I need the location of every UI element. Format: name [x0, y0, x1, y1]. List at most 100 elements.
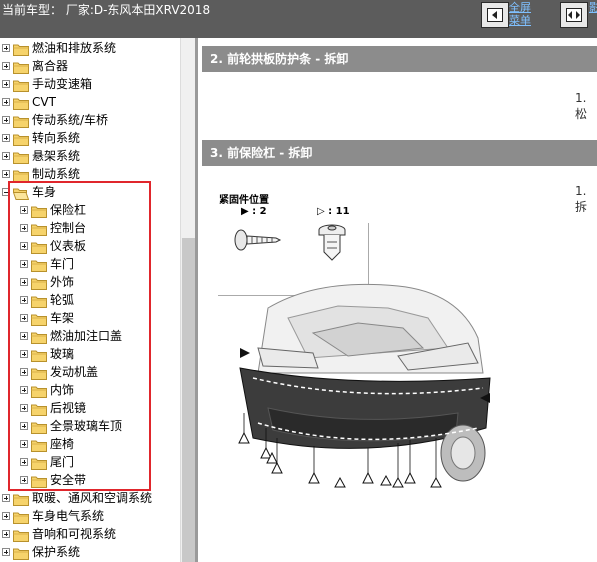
expand-icon[interactable] [20, 260, 28, 268]
section2-step-1: 1. 松 [575, 91, 588, 121]
folder-icon [13, 41, 29, 56]
folder-icon [31, 455, 47, 470]
split-view-button[interactable] [560, 2, 588, 28]
section-front-wheel-arch-title: 2. 前轮拱板防护条 - 拆卸 [202, 46, 597, 72]
fullscreen-menu-button[interactable] [481, 2, 509, 28]
folder-icon [31, 257, 47, 272]
expand-icon[interactable] [2, 98, 10, 106]
expand-icon[interactable] [2, 116, 10, 124]
folder-icon [31, 419, 47, 434]
folder-open-icon [12, 185, 30, 200]
expand-icon[interactable] [20, 368, 28, 376]
tree-item-label[interactable]: 悬架系统 [32, 148, 80, 164]
folder-icon [31, 221, 47, 236]
tree-item-label[interactable]: 传动系统/车桥 [32, 112, 108, 128]
folder-icon [31, 203, 47, 218]
folder-icon [13, 167, 29, 182]
split-view-link[interactable]: 影 [589, 2, 597, 14]
expand-icon[interactable] [20, 332, 28, 340]
expand-icon[interactable] [20, 386, 28, 394]
folder-icon [13, 149, 29, 164]
folder-icon [31, 275, 47, 290]
fullscreen-menu-link-line1[interactable]: 全屏 [509, 2, 531, 14]
tree-item-label[interactable]: 车身电气系统 [32, 508, 104, 524]
tree-item-label[interactable]: 车门 [50, 256, 74, 272]
fullscreen-icon [487, 8, 503, 22]
tree-item-label[interactable]: 离合器 [32, 58, 68, 74]
expand-icon[interactable] [20, 350, 28, 358]
expand-icon[interactable] [2, 62, 10, 70]
tree-item-label[interactable]: 仪表板 [50, 238, 86, 254]
tree-item-label[interactable]: 后视镜 [50, 400, 86, 416]
tree-item-label[interactable]: 手动变速箱 [32, 76, 92, 92]
folder-icon [13, 131, 29, 146]
expand-icon[interactable] [20, 440, 28, 448]
expand-icon[interactable] [2, 44, 10, 52]
tree-item-label[interactable]: 内饰 [50, 382, 74, 398]
section-front-bumper-title: 3. 前保险杠 - 拆卸 [202, 140, 597, 166]
folder-icon [31, 239, 47, 254]
tree-item-label[interactable]: 安全带 [50, 472, 86, 488]
tree-item-label[interactable]: 轮弧 [50, 292, 74, 308]
fullscreen-menu-link-line2[interactable]: 菜单 [509, 15, 531, 27]
expand-icon[interactable] [20, 404, 28, 412]
folder-icon [31, 383, 47, 398]
expand-icon[interactable] [20, 242, 28, 250]
current-vehicle-label: 当前车型： 厂家:D-东风本田XRV2018 [2, 3, 211, 17]
navigation-tree: 燃油和排放系统 离合器手动变速箱 CVT 传动系统/车桥 转向系统悬架系统制动系统车身保… [0, 38, 180, 562]
expand-icon[interactable] [20, 422, 28, 430]
folder-icon [31, 329, 47, 344]
fastener-screw-count: ▶ : 2 [241, 206, 267, 217]
expand-icon[interactable] [2, 134, 10, 142]
content-pane: 2. 前轮拱板防护条 - 拆卸 1. 松 3. 前保险杠 - 拆卸 1. 拆 紧… [198, 38, 597, 562]
collapse-icon[interactable] [2, 188, 10, 196]
expand-icon[interactable] [20, 314, 28, 322]
expand-icon[interactable] [2, 512, 10, 520]
expand-icon[interactable] [20, 296, 28, 304]
folder-icon [13, 113, 29, 128]
expand-icon[interactable] [2, 152, 10, 160]
tree-item-label[interactable]: CVT [32, 94, 56, 110]
split-view-icon [566, 8, 582, 22]
clip-icon [318, 224, 346, 261]
tree-item-label[interactable]: 座椅 [50, 436, 74, 452]
expand-icon[interactable] [2, 494, 10, 502]
tree-item-label[interactable]: 保险杠 [50, 202, 86, 218]
tree-scrollbar-thumb[interactable] [182, 238, 195, 562]
expand-icon[interactable] [20, 278, 28, 286]
expand-icon[interactable] [2, 530, 10, 538]
expand-icon[interactable] [2, 170, 10, 178]
folder-icon [13, 491, 29, 506]
folder-icon [31, 365, 47, 380]
tree-item-label[interactable]: 发动机盖 [50, 364, 98, 380]
tree-item-label[interactable]: 燃油加注口盖 [50, 328, 122, 344]
section3-step-1: 1. 拆 [575, 184, 588, 214]
folder-icon [31, 437, 47, 452]
folder-icon [31, 311, 47, 326]
tree-item-label[interactable]: 取暖、通风和空调系统 [32, 490, 152, 506]
front-bumper-diagram [238, 283, 491, 488]
tree-item-label[interactable]: 玻璃 [50, 346, 74, 362]
tree-item-label[interactable]: 转向系统 [32, 130, 80, 146]
expand-icon[interactable] [20, 224, 28, 232]
tree-item-label[interactable]: 制动系统 [32, 166, 80, 182]
expand-icon[interactable] [2, 548, 10, 556]
expand-icon[interactable] [2, 80, 10, 88]
tree-item-label[interactable]: 车架 [50, 310, 74, 326]
folder-icon [13, 545, 29, 560]
tree-item-label[interactable]: 控制台 [50, 220, 86, 236]
expand-icon[interactable] [20, 476, 28, 484]
tree-item-label[interactable]: 保护系统 [32, 544, 80, 560]
folder-icon [31, 473, 47, 488]
tree-item-label[interactable]: 尾门 [50, 454, 74, 470]
expand-icon[interactable] [20, 458, 28, 466]
tree-item-label[interactable]: 燃油和排放系统 [32, 40, 116, 56]
expand-icon[interactable] [20, 206, 28, 214]
tree-scrollbar[interactable] [180, 38, 196, 562]
fastener-location-title: 紧固件位置 [219, 195, 269, 206]
tree-item-label[interactable]: 全景玻璃车顶 [50, 418, 122, 434]
tree-item-label[interactable]: 音响和可视系统 [32, 526, 116, 542]
top-bar: 当前车型： 厂家:D-东风本田XRV2018 全屏 菜单 影 [0, 0, 597, 38]
tree-item-label[interactable]: 车身 [32, 184, 56, 200]
tree-item-label[interactable]: 外饰 [50, 274, 74, 290]
